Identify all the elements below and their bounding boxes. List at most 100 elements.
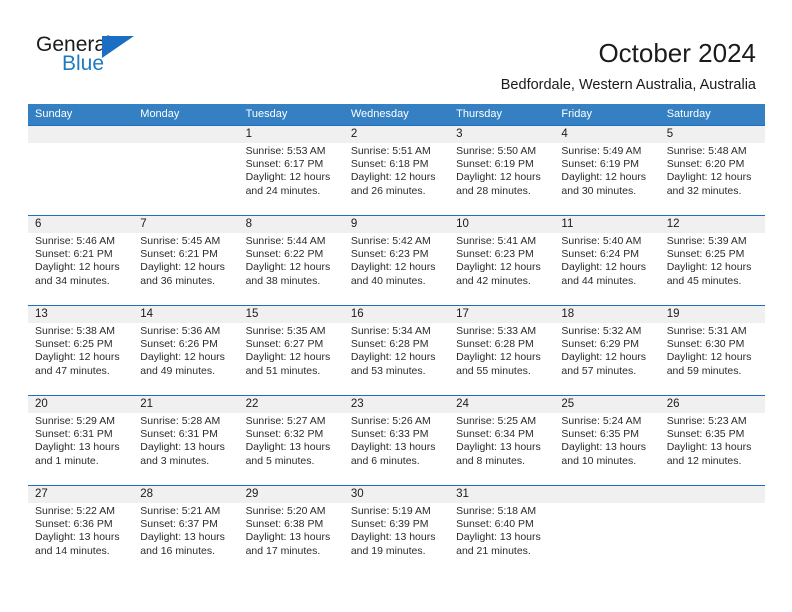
sunset-text: Sunset: 6:19 PM [561,158,640,171]
daylight-text-line2: and 26 minutes. [350,184,426,197]
daylight-text-line2: and 24 minutes. [245,184,321,197]
day-cell[interactable]: 2 Sunrise: 5:51 AM Sunset: 6:18 PM Dayli… [343,126,450,215]
sunset-text: Sunset: 6:30 PM [666,338,745,351]
sunrise-text: Sunrise: 5:27 AM [245,415,326,427]
day-cell[interactable]: 7 Sunrise: 5:45 AM Sunset: 6:21 PM Dayli… [133,216,239,305]
day-number: 19 [666,308,680,320]
day-info: Sunrise: 5:22 AM Sunset: 6:36 PM Dayligh… [35,505,130,558]
day-info: Sunrise: 5:48 AM Sunset: 6:20 PM Dayligh… [667,145,762,198]
day-number: 13 [35,308,48,320]
day-cell[interactable]: 26 Sunrise: 5:23 AM Sunset: 6:35 PM Dayl… [659,396,765,485]
day-info: Sunrise: 5:19 AM Sunset: 6:39 PM Dayligh… [351,505,446,558]
sunrise-text: Sunrise: 5:53 AM [245,145,326,157]
sunrise-text: Sunrise: 5:24 AM [561,415,642,427]
daylight-text-line2: and 3 minutes. [140,454,210,467]
daylight-text-line1: Daylight: 13 hours [456,531,541,544]
day-cell[interactable]: 10 Sunrise: 5:41 AM Sunset: 6:23 PM Dayl… [449,216,555,305]
day-number-band [449,126,555,143]
page-header: General Blue October 2024 Bedfordale, We… [0,0,792,104]
daylight-text-line2: and 55 minutes. [456,364,531,377]
sunset-text: Sunset: 6:21 PM [140,248,218,261]
day-info: Sunrise: 5:41 AM Sunset: 6:23 PM Dayligh… [456,235,551,288]
day-cell[interactable]: 8 Sunrise: 5:44 AM Sunset: 6:22 PM Dayli… [238,216,344,305]
daylight-text-line1: Daylight: 13 hours [35,531,120,544]
daylight-text-line2: and 38 minutes. [245,274,321,287]
daylight-text-line1: Daylight: 12 hours [140,261,225,274]
day-cell[interactable]: 4 Sunrise: 5:49 AM Sunset: 6:19 PM Dayli… [554,126,660,215]
day-cell[interactable]: 22 Sunrise: 5:27 AM Sunset: 6:32 PM Dayl… [238,396,344,485]
daylight-text-line2: and 53 minutes. [350,364,426,377]
day-cell[interactable]: 15 Sunrise: 5:35 AM Sunset: 6:27 PM Dayl… [238,306,344,395]
sunrise-text: Sunrise: 5:31 AM [666,325,747,337]
day-cell[interactable]: 17 Sunrise: 5:33 AM Sunset: 6:28 PM Dayl… [449,306,555,395]
day-info: Sunrise: 5:29 AM Sunset: 6:31 PM Dayligh… [35,415,130,468]
sunrise-text: Sunrise: 5:28 AM [140,415,221,427]
daylight-text-line2: and 6 minutes. [350,454,420,467]
day-cell [659,486,765,575]
day-number-band [554,486,660,503]
daylight-text-line2: and 44 minutes. [561,274,637,287]
general-blue-logo[interactable]: General Blue [36,34,146,80]
day-cell[interactable]: 21 Sunrise: 5:28 AM Sunset: 6:31 PM Dayl… [133,396,239,485]
calendar-table: Sunday Monday Tuesday Wednesday Thursday… [28,104,765,575]
sunrise-text: Sunrise: 5:32 AM [561,325,642,337]
day-number: 6 [35,218,42,230]
day-cell[interactable]: 1 Sunrise: 5:53 AM Sunset: 6:17 PM Dayli… [238,126,344,215]
day-cell[interactable]: 13 Sunrise: 5:38 AM Sunset: 6:25 PM Dayl… [28,306,134,395]
day-cell[interactable]: 9 Sunrise: 5:42 AM Sunset: 6:23 PM Dayli… [343,216,450,305]
sunset-text: Sunset: 6:34 PM [456,428,534,441]
day-info: Sunrise: 5:53 AM Sunset: 6:17 PM Dayligh… [246,145,341,198]
daylight-text-line2: and 30 minutes. [561,184,637,197]
day-number: 27 [35,488,48,500]
day-cell[interactable]: 27 Sunrise: 5:22 AM Sunset: 6:36 PM Dayl… [28,486,134,575]
day-cell[interactable]: 24 Sunrise: 5:25 AM Sunset: 6:34 PM Dayl… [449,396,555,485]
daylight-text-line1: Daylight: 12 hours [350,351,436,364]
sunset-text: Sunset: 6:35 PM [561,428,640,441]
weekday-monday: Monday [140,108,180,120]
day-cell[interactable]: 23 Sunrise: 5:26 AM Sunset: 6:33 PM Dayl… [343,396,450,485]
day-cell[interactable]: 29 Sunrise: 5:20 AM Sunset: 6:38 PM Dayl… [238,486,344,575]
page-title: October 2024 [598,38,756,68]
sunrise-text: Sunrise: 5:22 AM [35,505,115,517]
day-cell[interactable]: 20 Sunrise: 5:29 AM Sunset: 6:31 PM Dayl… [28,396,134,485]
sunset-text: Sunset: 6:29 PM [561,338,640,351]
day-cell[interactable]: 19 Sunrise: 5:31 AM Sunset: 6:30 PM Dayl… [659,306,765,395]
week-row: 6 Sunrise: 5:46 AM Sunset: 6:21 PM Dayli… [28,215,765,305]
day-number: 25 [561,398,575,410]
daylight-text-line2: and 10 minutes. [561,454,637,467]
day-cell[interactable]: 18 Sunrise: 5:32 AM Sunset: 6:29 PM Dayl… [554,306,660,395]
day-cell[interactable]: 14 Sunrise: 5:36 AM Sunset: 6:26 PM Dayl… [133,306,239,395]
sunset-text: Sunset: 6:23 PM [350,248,429,261]
day-number: 4 [561,128,568,140]
day-cell[interactable]: 16 Sunrise: 5:34 AM Sunset: 6:28 PM Dayl… [343,306,450,395]
daylight-text-line1: Daylight: 12 hours [456,171,541,184]
sunrise-text: Sunrise: 5:44 AM [245,235,326,247]
day-cell[interactable]: 5 Sunrise: 5:48 AM Sunset: 6:20 PM Dayli… [659,126,765,215]
day-number: 23 [350,398,364,410]
day-number: 24 [456,398,469,410]
day-info: Sunrise: 5:18 AM Sunset: 6:40 PM Dayligh… [456,505,551,558]
sunset-text: Sunset: 6:24 PM [561,248,640,261]
daylight-text-line2: and 32 minutes. [666,184,742,197]
day-cell[interactable]: 28 Sunrise: 5:21 AM Sunset: 6:37 PM Dayl… [133,486,239,575]
sunset-text: Sunset: 6:26 PM [140,338,218,351]
daylight-text-line2: and 47 minutes. [35,364,110,377]
day-cell[interactable]: 3 Sunrise: 5:50 AM Sunset: 6:19 PM Dayli… [449,126,555,215]
week-row: 1 Sunrise: 5:53 AM Sunset: 6:17 PM Dayli… [28,125,765,215]
weekday-friday: Friday [561,108,592,120]
daylight-text-line2: and 36 minutes. [140,274,215,287]
day-info: Sunrise: 5:23 AM Sunset: 6:35 PM Dayligh… [667,415,762,468]
day-cell[interactable]: 12 Sunrise: 5:39 AM Sunset: 6:25 PM Dayl… [659,216,765,305]
day-cell[interactable]: 11 Sunrise: 5:40 AM Sunset: 6:24 PM Dayl… [554,216,660,305]
day-number: 11 [561,218,574,230]
day-cell[interactable]: 6 Sunrise: 5:46 AM Sunset: 6:21 PM Dayli… [28,216,134,305]
daylight-text-line2: and 17 minutes. [245,544,321,557]
day-cell[interactable]: 25 Sunrise: 5:24 AM Sunset: 6:35 PM Dayl… [554,396,660,485]
day-info: Sunrise: 5:40 AM Sunset: 6:24 PM Dayligh… [561,235,656,288]
day-cell[interactable]: 31 Sunrise: 5:18 AM Sunset: 6:40 PM Dayl… [449,486,555,575]
day-info: Sunrise: 5:21 AM Sunset: 6:37 PM Dayligh… [140,505,235,558]
daylight-text-line1: Daylight: 12 hours [666,351,752,364]
sunset-text: Sunset: 6:35 PM [666,428,745,441]
day-cell[interactable]: 30 Sunrise: 5:19 AM Sunset: 6:39 PM Dayl… [343,486,450,575]
sunrise-text: Sunrise: 5:42 AM [350,235,431,247]
